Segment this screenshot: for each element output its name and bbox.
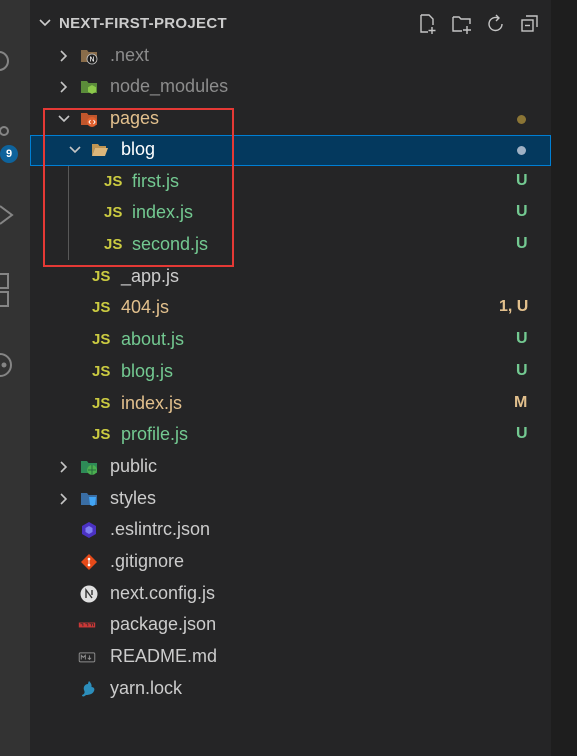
project-title: NEXT-FIRST-PROJECT — [59, 15, 227, 32]
collapse-all-icon[interactable] — [519, 13, 541, 35]
explorer-header[interactable]: NEXT-FIRST-PROJECT — [30, 10, 551, 38]
tree-item-file[interactable]: JS 404.js 1, U — [30, 293, 551, 324]
tree-item-file[interactable]: package.json — [30, 610, 551, 641]
chevron-down-icon[interactable] — [57, 112, 71, 126]
javascript-icon: JS — [92, 395, 111, 412]
tree-item-label: profile.js — [121, 424, 189, 444]
javascript-icon: JS — [92, 363, 111, 380]
activity-bar: 9 — [0, 0, 30, 756]
chevron-right-icon[interactable] — [57, 49, 71, 63]
modified-dot — [517, 115, 526, 124]
tree-item-label: package.json — [110, 614, 217, 634]
git-status-badge: U — [516, 330, 528, 347]
new-file-icon[interactable] — [417, 13, 439, 35]
javascript-icon: JS — [104, 204, 123, 221]
tree-item-label: blog.js — [121, 361, 174, 381]
npm-icon — [78, 622, 96, 628]
explorer-panel: NEXT-FIRST-PROJECT N .next node_modules — [30, 0, 551, 756]
tree-item-label: about.js — [121, 329, 185, 349]
source-control-badge: 9 — [0, 145, 18, 163]
tree-item-file[interactable]: JS blog.js U — [30, 357, 551, 388]
tree-item-label: node_modules — [110, 76, 229, 96]
git-status-badge: 1, U — [499, 298, 529, 315]
tree-item-folder[interactable]: pages — [30, 104, 551, 135]
folder-open-icon — [92, 144, 108, 156]
tree-item-file[interactable]: .eslintrc.json — [30, 515, 551, 546]
tree-item-label: next.config.js — [110, 583, 216, 603]
extensions-icon[interactable] — [0, 270, 30, 310]
chevron-down-icon[interactable] — [68, 143, 82, 157]
markdown-icon — [78, 652, 96, 663]
chevron-right-icon[interactable] — [57, 80, 71, 94]
public-folder-icon — [81, 461, 97, 475]
tree-item-folder[interactable]: blog — [30, 135, 551, 166]
tree-item-file[interactable]: .gitignore — [30, 547, 551, 578]
chevron-right-icon[interactable] — [57, 460, 71, 474]
tree-item-label: .gitignore — [110, 551, 185, 571]
git-status-badge: U — [516, 425, 528, 442]
git-status-badge: M — [514, 394, 528, 411]
javascript-icon: JS — [92, 426, 111, 443]
tree-item-label: .eslintrc.json — [110, 519, 211, 539]
git-status-badge: U — [516, 172, 528, 189]
search-icon[interactable] — [0, 46, 30, 76]
javascript-icon: JS — [92, 299, 111, 316]
tree-item-folder[interactable]: public — [30, 452, 551, 483]
tree-item-folder[interactable]: styles — [30, 484, 551, 515]
javascript-icon: JS — [92, 331, 111, 348]
tree-item-label: blog — [121, 139, 156, 159]
svg-text:N: N — [89, 56, 94, 64]
chevron-down-icon[interactable] — [38, 16, 52, 30]
javascript-icon: JS — [104, 173, 123, 190]
tree-item-file[interactable]: yarn.lock — [30, 674, 551, 705]
tree-item-file[interactable]: JS profile.js U — [30, 420, 551, 451]
tree-item-label: public — [110, 456, 158, 476]
tree-item-label: 404.js — [121, 297, 170, 317]
tree-item-file[interactable]: JS index.js U — [30, 198, 551, 229]
new-folder-icon[interactable] — [451, 13, 473, 35]
refresh-icon[interactable] — [485, 13, 507, 35]
tree-item-file[interactable]: JS first.js U — [30, 167, 551, 198]
tree-item-file[interactable]: JS index.js M — [30, 389, 551, 420]
tree-item-label: first.js — [132, 171, 179, 191]
editor-area-edge — [551, 0, 577, 756]
pages-folder-icon — [81, 113, 97, 127]
git-status-badge: U — [516, 203, 528, 220]
tree-item-label: _app.js — [121, 266, 180, 286]
tree-item-file[interactable]: JS about.js U — [30, 325, 551, 356]
tree-item-label: yarn.lock — [110, 678, 183, 698]
tree-item-file[interactable]: JS second.js U — [30, 230, 551, 261]
tree-item-label: styles — [110, 488, 157, 508]
javascript-icon: JS — [104, 236, 123, 253]
yarn-icon — [82, 681, 95, 697]
tree-item-label: pages — [110, 108, 160, 128]
modified-dot — [517, 146, 526, 155]
chevron-right-icon[interactable] — [57, 492, 71, 506]
javascript-icon: JS — [92, 268, 111, 285]
git-status-badge: U — [516, 362, 528, 379]
tree-item-folder[interactable]: N .next — [30, 41, 551, 72]
remote-explorer-icon[interactable] — [0, 350, 30, 380]
next-folder-icon: N — [81, 50, 98, 65]
git-status-badge: U — [516, 235, 528, 252]
git-icon — [81, 554, 97, 570]
tree-item-label: .next — [110, 45, 150, 65]
eslint-icon — [82, 522, 96, 538]
tree-item-label: README.md — [110, 646, 218, 666]
tree-item-file[interactable]: next.config.js — [30, 579, 551, 610]
styles-folder-icon — [81, 493, 97, 506]
tree-item-label: index.js — [121, 393, 183, 413]
tree-item-file[interactable]: JS _app.js — [30, 262, 551, 293]
node-folder-icon — [81, 81, 97, 94]
next-icon — [80, 585, 98, 603]
tree-item-label: index.js — [132, 202, 194, 222]
tree-item-folder[interactable]: node_modules — [30, 72, 551, 103]
tree-item-file[interactable]: README.md — [30, 642, 551, 673]
run-debug-icon[interactable] — [0, 200, 30, 230]
tree-item-label: second.js — [132, 234, 209, 254]
